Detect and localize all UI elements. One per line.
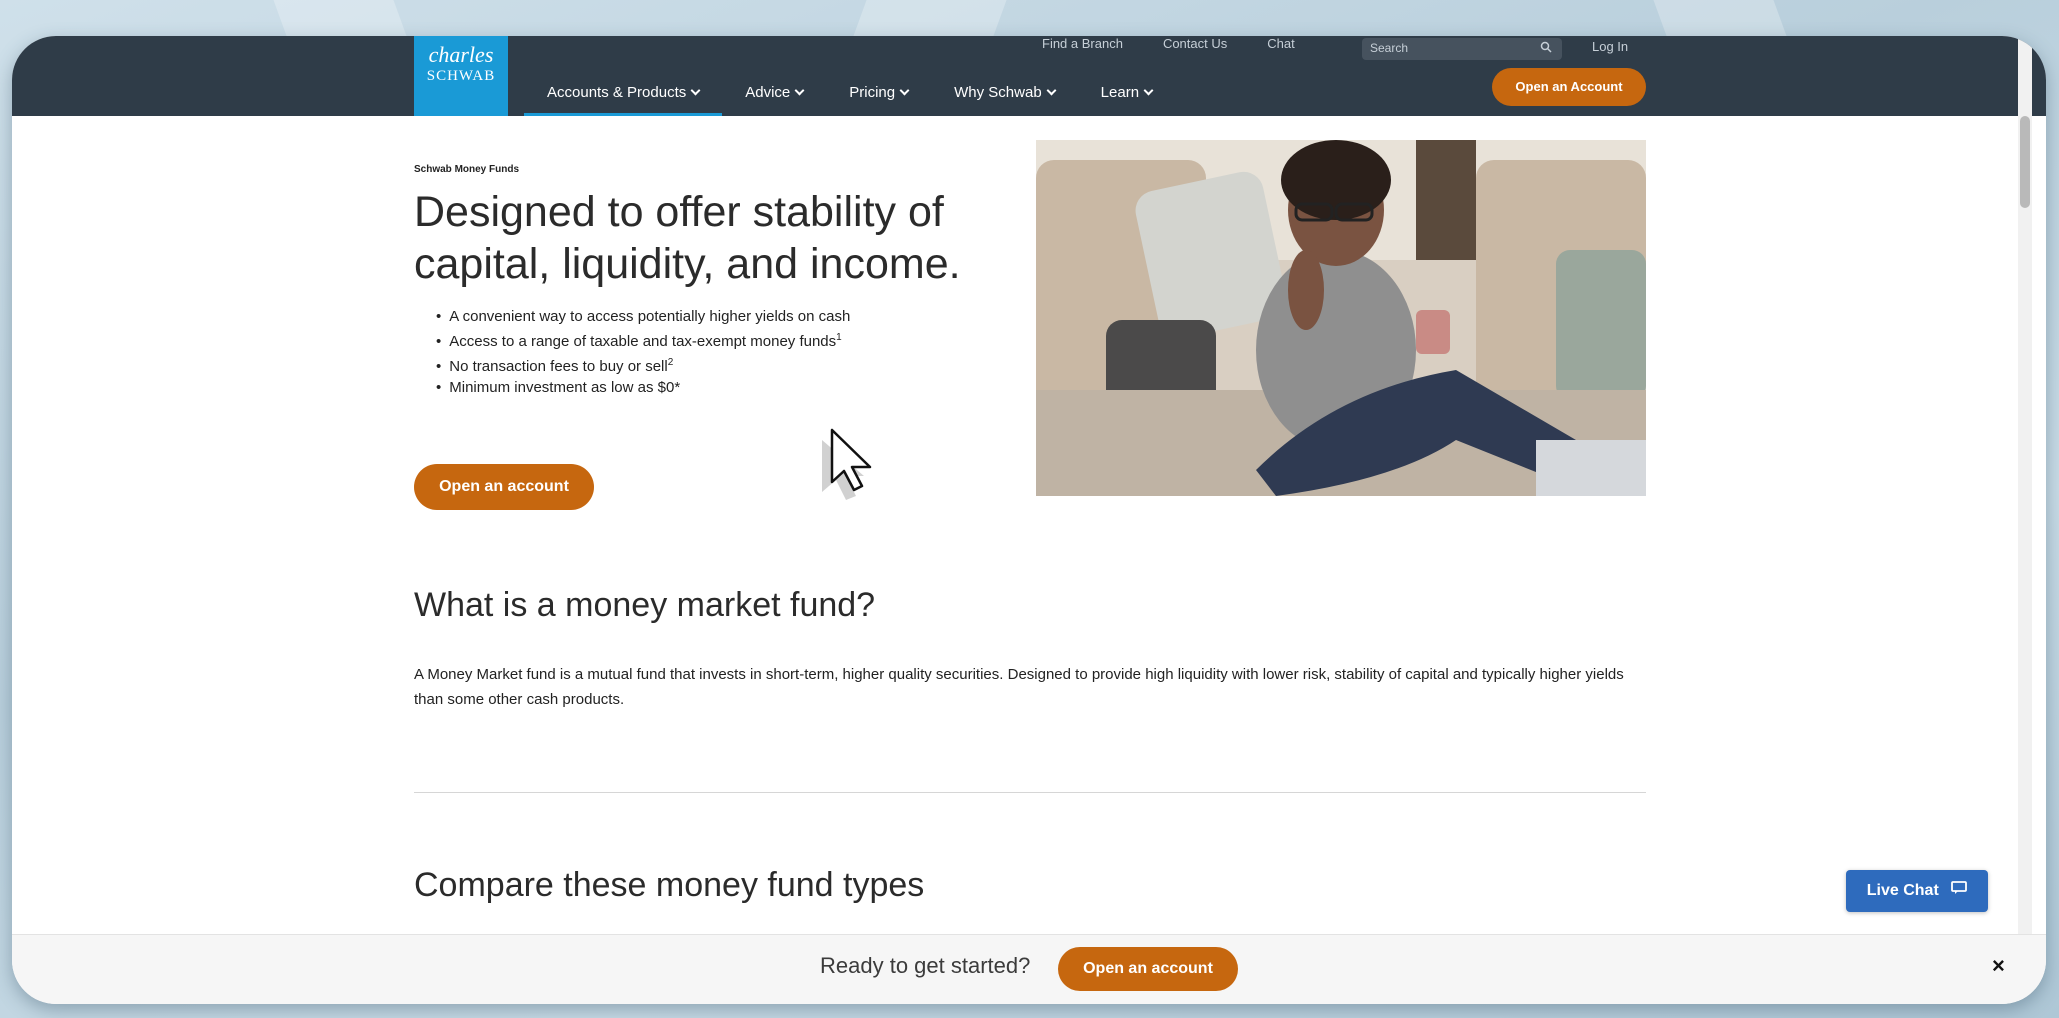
sticky-cta-bar: Ready to get started? Open an account × [12, 934, 2046, 1004]
list-item: Access to a range of taxable and tax-exe… [436, 327, 850, 352]
chevron-down-icon [1143, 85, 1154, 96]
chevron-down-icon [899, 85, 910, 96]
search-input[interactable]: Search [1362, 38, 1562, 60]
hero-image [1036, 140, 1646, 496]
open-account-sticky-button[interactable]: Open an account [1058, 947, 1238, 991]
chevron-down-icon [794, 85, 805, 96]
logo-text-schwab: SCHWAB [426, 68, 496, 84]
live-chat-button[interactable]: Live Chat [1846, 870, 1988, 912]
search-placeholder: Search [1370, 41, 1409, 55]
main-menu: Accounts & Products Advice Pricing Why S… [524, 82, 1175, 116]
scrollbar-thumb[interactable] [2020, 116, 2030, 208]
eyebrow-label: Schwab Money Funds [414, 164, 520, 175]
menu-label: Pricing [849, 84, 896, 101]
menu-item-accounts-products[interactable]: Accounts & Products [524, 82, 723, 116]
list-item: A convenient way to access potentially h… [436, 306, 850, 327]
divider [414, 792, 1646, 793]
hero-bullet-list: A convenient way to access potentially h… [436, 306, 850, 398]
menu-item-pricing[interactable]: Pricing [826, 82, 931, 116]
menu-label: Advice [745, 84, 791, 101]
open-account-hero-button[interactable]: Open an account [414, 464, 594, 510]
background-decoration [1653, 0, 1787, 36]
chevron-down-icon [1046, 85, 1057, 96]
open-account-nav-button[interactable]: Open an Account [1492, 68, 1646, 106]
close-icon[interactable]: × [1992, 953, 2005, 979]
util-link-find-branch[interactable]: Find a Branch [1042, 36, 1123, 58]
menu-label: Why Schwab [954, 84, 1042, 101]
logo-text-charles: charles [428, 42, 494, 67]
chevron-down-icon [690, 85, 701, 96]
menu-label: Learn [1100, 84, 1140, 101]
section-heading-compare: Compare these money fund types [414, 866, 925, 904]
list-item: Minimum investment as low as $0* [436, 377, 850, 398]
schwab-logo[interactable]: charles SCHWAB [414, 36, 508, 116]
background-decoration [273, 0, 407, 36]
section-heading-what-is: What is a money market fund? [414, 586, 876, 624]
hero-title: Designed to offer stability of capital, … [414, 188, 961, 288]
util-link-chat[interactable]: Chat [1267, 36, 1294, 58]
utility-links: Find a Branch Contact Us Chat [1042, 36, 1295, 58]
browser-window: charles SCHWAB Find a Branch Contact Us … [12, 36, 2046, 1004]
section-paragraph: A Money Market fund is a mutual fund tha… [414, 666, 1624, 708]
menu-item-advice[interactable]: Advice [722, 82, 826, 116]
mouse-cursor-icon [818, 426, 878, 511]
sticky-prompt: Ready to get started? [820, 953, 1031, 978]
search-icon[interactable] [1540, 41, 1552, 56]
top-navigation: charles SCHWAB Find a Branch Contact Us … [12, 36, 2046, 116]
menu-item-learn[interactable]: Learn [1078, 82, 1175, 116]
live-chat-label: Live Chat [1866, 882, 1939, 900]
background-decoration [853, 0, 1007, 36]
util-link-contact-us[interactable]: Contact Us [1163, 36, 1227, 58]
menu-label: Accounts & Products [547, 84, 687, 101]
footnote-link[interactable]: 1 [836, 332, 842, 343]
login-link[interactable]: Log In [1592, 39, 1628, 54]
list-item: No transaction fees to buy or sell2 [436, 352, 850, 377]
menu-item-why-schwab[interactable]: Why Schwab [931, 82, 1078, 116]
footnote-link[interactable]: 2 [668, 357, 674, 368]
chat-icon [1951, 870, 1968, 912]
